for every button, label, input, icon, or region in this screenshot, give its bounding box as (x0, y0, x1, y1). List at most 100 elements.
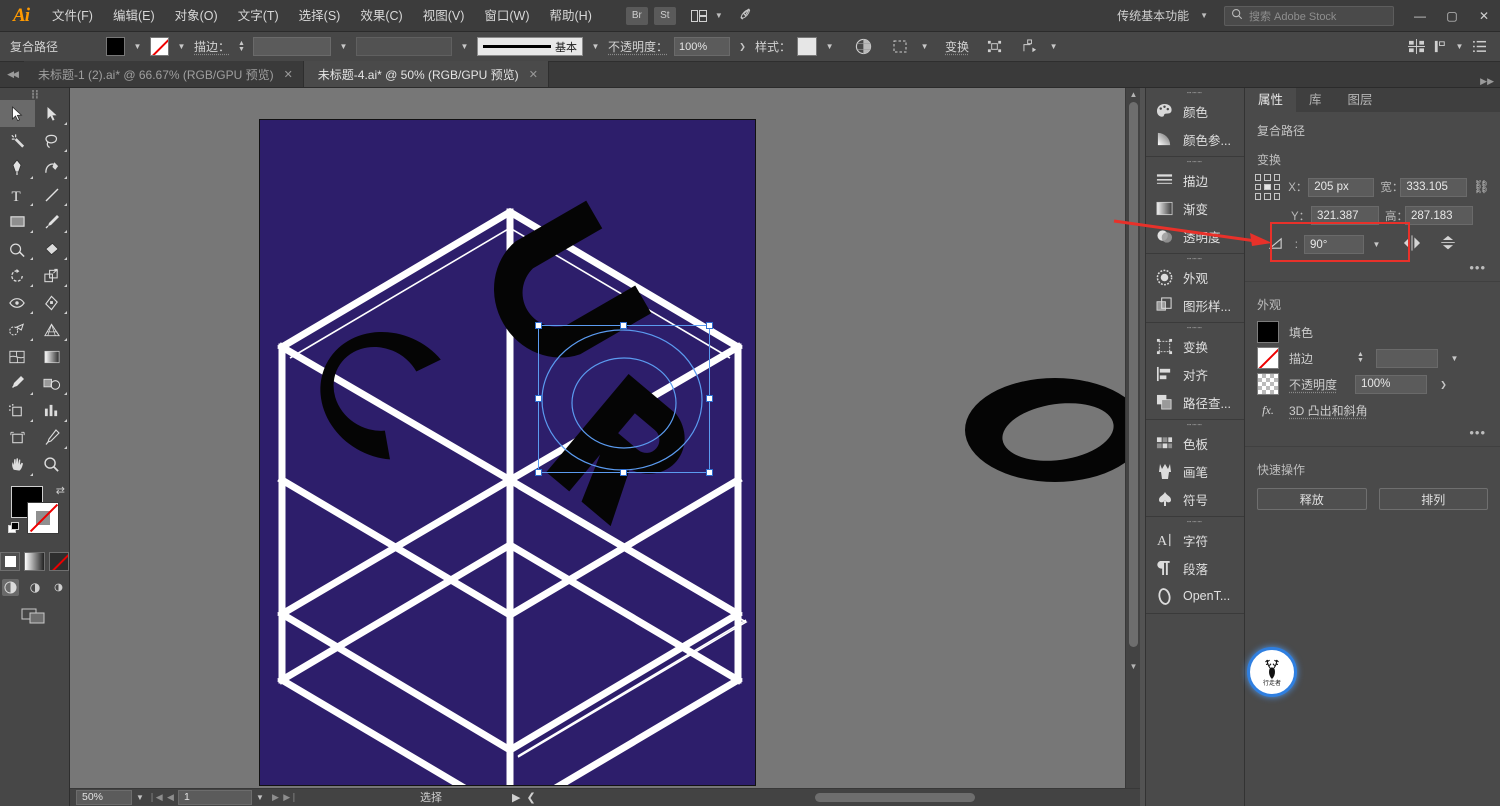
dock-item-brushes[interactable]: 画笔 (1146, 457, 1244, 485)
ref-bl[interactable] (1255, 193, 1262, 200)
flip-horizontal-icon[interactable] (1403, 235, 1421, 254)
prev-artboard-icon[interactable]: ◀ (163, 792, 178, 803)
appearance-more-options[interactable]: ••• (1245, 423, 1500, 440)
lasso-tool[interactable] (35, 127, 70, 154)
appearance-stroke-weight-input[interactable] (1376, 348, 1438, 368)
selection-handle-tc[interactable] (620, 322, 627, 329)
scroll-up-icon[interactable]: ▲ (1126, 88, 1141, 101)
mesh-tool[interactable] (0, 343, 35, 370)
fill-chevron-icon[interactable]: ▼ (131, 37, 144, 56)
zoom-tool[interactable] (35, 451, 70, 478)
stroke-profile-select[interactable] (356, 37, 453, 56)
tab-close-icon[interactable]: ✕ (529, 68, 538, 81)
x-input[interactable]: 205 px (1308, 177, 1375, 197)
rectangle-tool[interactable] (0, 208, 35, 235)
graphic-style-swatch[interactable] (797, 37, 818, 56)
stroke-swatch-large[interactable] (27, 502, 59, 534)
dock-item-transform[interactable]: 变换 (1146, 332, 1244, 360)
canvas-area[interactable] (70, 88, 1140, 788)
width-tool[interactable] (0, 289, 35, 316)
zoom-chevron-icon[interactable]: ▼ (132, 793, 148, 802)
selection-handle-ml[interactable] (535, 395, 542, 402)
effect-name-label[interactable]: 3D 凸出和斜角 (1289, 402, 1368, 419)
stroke-profile-chevron-icon[interactable]: ▼ (458, 37, 471, 56)
selection-handle-tl[interactable] (535, 322, 542, 329)
dock-group-handle[interactable]: ┅┅┅ (1146, 157, 1244, 166)
dock-item-color-guide[interactable]: 颜色参... (1146, 125, 1244, 153)
height-input[interactable]: 287.183 (1405, 206, 1473, 225)
curvature-tool[interactable] (35, 154, 70, 181)
opacity-input[interactable]: 100% (674, 37, 731, 56)
menu-view[interactable]: 视图(V) (413, 0, 475, 32)
scale-tool[interactable] (35, 262, 70, 289)
dock-item-paragraph[interactable]: 段落 (1146, 554, 1244, 582)
rotate-tool[interactable] (0, 262, 35, 289)
default-fill-stroke-icon[interactable] (8, 522, 19, 533)
tab-scroll-right-icon[interactable]: ▶▶ (1480, 76, 1500, 87)
gradient-fill-button[interactable] (24, 552, 45, 571)
workspace-switcher[interactable]: 传统基本功能 ▼ (1107, 5, 1218, 27)
pen-tool[interactable] (0, 154, 35, 181)
dock-group-handle[interactable]: ┅┅┅ (1146, 323, 1244, 332)
menu-file[interactable]: 文件(F) (42, 0, 103, 32)
dock-item-stroke[interactable]: 描边 (1146, 166, 1244, 194)
menu-select[interactable]: 选择(S) (289, 0, 351, 32)
ref-br[interactable] (1273, 193, 1281, 200)
appearance-fill-swatch[interactable] (1257, 321, 1279, 343)
selection-handle-mr[interactable] (706, 395, 713, 402)
maximize-button[interactable]: ▢ (1436, 0, 1468, 32)
dock-item-opentype[interactable]: OpenT... (1146, 582, 1244, 610)
none-fill-button[interactable] (48, 552, 69, 571)
tab-properties[interactable]: 属性 (1245, 88, 1297, 112)
type-tool[interactable]: T (0, 181, 35, 208)
stroke-weight-input[interactable] (253, 37, 332, 56)
align-objects-icon[interactable] (983, 36, 1005, 58)
close-button[interactable]: ✕ (1468, 0, 1500, 32)
line-segment-tool[interactable] (35, 181, 70, 208)
stroke-weight-stepper[interactable]: ▲ ▼ (236, 37, 247, 56)
hand-tool[interactable] (0, 451, 35, 478)
free-transform-tool[interactable] (35, 289, 70, 316)
arrange-chevron-icon[interactable]: ▼ (715, 11, 723, 20)
dock-group-handle[interactable]: ┅┅┅ (1146, 517, 1244, 526)
ref-tl[interactable] (1255, 174, 1262, 181)
eyedropper-tool[interactable] (0, 370, 35, 397)
symbol-sprayer-tool[interactable] (0, 397, 35, 424)
appearance-stroke-swatch[interactable] (1257, 347, 1279, 369)
document-tab-2[interactable]: 未标题-4.ai* @ 50% (RGB/GPU 预览) ✕ (303, 61, 549, 87)
menu-type[interactable]: 文字(T) (228, 0, 289, 32)
selection-tool[interactable] (0, 100, 35, 127)
appearance-stroke-stepper[interactable]: ▲ ▼ (1355, 349, 1366, 368)
transform-button[interactable]: 变换 (945, 38, 969, 55)
magic-wand-tool[interactable] (0, 127, 35, 154)
selection-handle-bl[interactable] (535, 469, 542, 476)
tab-close-icon[interactable]: ✕ (284, 68, 293, 81)
select-similar-icon[interactable] (890, 36, 912, 58)
column-graph-tool[interactable] (35, 397, 70, 424)
dock-item-color[interactable]: 颜色 (1146, 97, 1244, 125)
artboard-tool[interactable] (0, 424, 35, 451)
menu-help[interactable]: 帮助(H) (540, 0, 602, 32)
tab-scroll-left-icon[interactable]: ◀◀ (0, 61, 24, 87)
appearance-stroke-chevron-icon[interactable]: ▼ (1448, 349, 1461, 368)
isolate-chevron-icon[interactable]: ▼ (1047, 37, 1060, 56)
status-play-icon[interactable]: ▶ (512, 791, 520, 804)
dock-item-symbols[interactable]: 符号 (1146, 485, 1244, 513)
panel-menu-icon[interactable] (1468, 36, 1490, 58)
shape-builder-tool[interactable] (0, 316, 35, 343)
menu-object[interactable]: 对象(O) (165, 0, 228, 32)
fill-color-swatch[interactable] (106, 37, 125, 56)
y-input[interactable]: 321.387 (1311, 206, 1379, 225)
constrain-proportions-icon[interactable]: ⛓ (1473, 179, 1490, 195)
opacity-expand-icon[interactable]: ❯ (736, 37, 749, 56)
appearance-opacity-swatch[interactable] (1257, 373, 1279, 395)
select-similar-chevron-icon[interactable]: ▼ (918, 37, 931, 56)
tab-libraries[interactable]: 库 (1296, 88, 1335, 112)
dock-item-graphic-styles[interactable]: 图形样... (1146, 291, 1244, 319)
last-artboard-icon[interactable]: ▶❘ (283, 792, 298, 803)
artboard-number-input[interactable]: 1 (178, 789, 252, 805)
dock-group-handle[interactable]: ┅┅┅ (1146, 254, 1244, 263)
arrange-button[interactable]: 排列 (1378, 488, 1488, 510)
fx-icon[interactable]: fx. (1257, 403, 1279, 418)
selection-handle-br[interactable] (706, 469, 713, 476)
